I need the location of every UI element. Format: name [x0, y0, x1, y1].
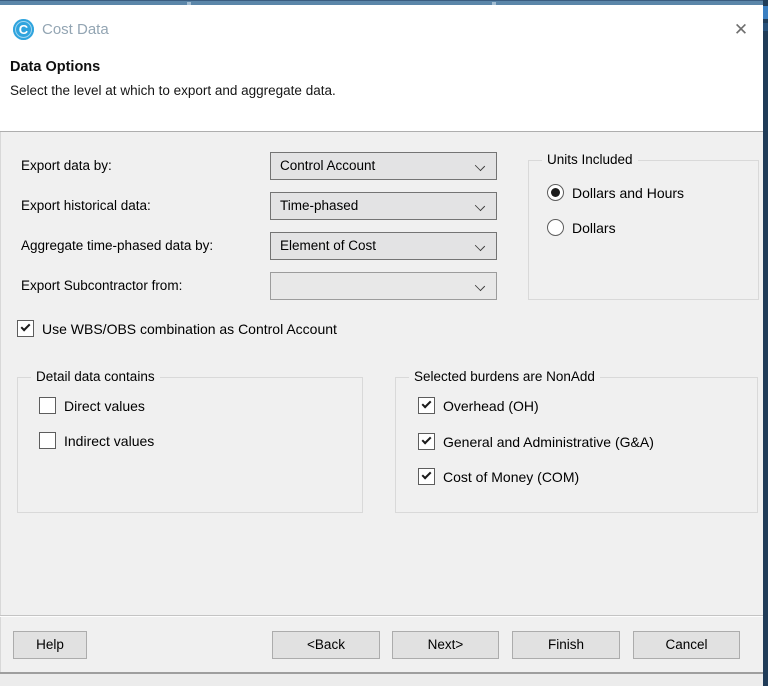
- export-subcontractor-dropdown[interactable]: [270, 272, 497, 300]
- aggregate-timephased-label: Aggregate time-phased data by:: [21, 238, 214, 253]
- right-edge-segment: [763, 23, 768, 31]
- chevron-down-icon: [474, 160, 486, 172]
- radio-icon: [547, 184, 564, 201]
- detail-data-group: Detail data contains Direct values Indir…: [17, 369, 363, 513]
- checkbox-label: Indirect values: [64, 432, 155, 449]
- app-icon: C: [13, 19, 34, 40]
- help-button[interactable]: Help: [13, 631, 87, 659]
- dropdown-value: Control Account: [280, 158, 376, 173]
- checkbox-general-administrative[interactable]: General and Administrative (G&A): [418, 433, 654, 450]
- checkbox-icon: [418, 433, 435, 450]
- checkbox-icon: [418, 397, 435, 414]
- dialog-header: C Cost Data ✕ Data Options Select the le…: [0, 5, 763, 132]
- export-historical-data-dropdown[interactable]: Time-phased: [270, 192, 497, 220]
- radio-dollars-and-hours[interactable]: Dollars and Hours: [547, 184, 684, 201]
- background-below-dialog: [0, 674, 763, 686]
- window-title: Cost Data: [42, 21, 109, 38]
- group-title: Units Included: [542, 152, 638, 167]
- burdens-group: Selected burdens are NonAdd Overhead (OH…: [395, 369, 758, 513]
- aggregate-timephased-dropdown[interactable]: Element of Cost: [270, 232, 497, 260]
- group-title: Selected burdens are NonAdd: [409, 369, 600, 384]
- checkbox-direct-values[interactable]: Direct values: [39, 397, 145, 414]
- finish-button[interactable]: Finish: [512, 631, 620, 659]
- checkbox-icon: [418, 468, 435, 485]
- page-subtitle: Select the level at which to export and …: [10, 83, 336, 98]
- units-included-group: Units Included Dollars and Hours Dollars: [528, 152, 759, 300]
- cancel-button[interactable]: Cancel: [633, 631, 740, 659]
- checkbox-label: Cost of Money (COM): [443, 468, 580, 485]
- radio-icon: [547, 219, 564, 236]
- next-button[interactable]: Next>: [392, 631, 499, 659]
- checkbox-label: Overhead (OH): [443, 397, 539, 414]
- checkbox-icon: [39, 397, 56, 414]
- group-title: Detail data contains: [31, 369, 160, 384]
- footer-separator: [0, 615, 763, 617]
- checkbox-icon: [39, 432, 56, 449]
- page-title: Data Options: [10, 59, 101, 75]
- radio-label: Dollars: [572, 219, 616, 236]
- background-window-right-edge: [763, 0, 768, 686]
- cost-data-dialog: C Cost Data ✕ Data Options Select the le…: [0, 0, 768, 686]
- dropdown-value: Element of Cost: [280, 238, 377, 253]
- checkbox-cost-of-money[interactable]: Cost of Money (COM): [418, 468, 579, 485]
- export-data-by-label: Export data by:: [21, 158, 112, 173]
- chevron-down-icon: [474, 200, 486, 212]
- checkbox-overhead[interactable]: Overhead (OH): [418, 397, 539, 414]
- checkbox-indirect-values[interactable]: Indirect values: [39, 432, 154, 449]
- export-historical-data-label: Export historical data:: [21, 198, 151, 213]
- checkbox-icon: [17, 320, 34, 337]
- back-button[interactable]: <Back: [272, 631, 380, 659]
- export-subcontractor-label: Export Subcontractor from:: [21, 278, 183, 293]
- checkbox-label: Direct values: [64, 397, 145, 414]
- right-edge-segment: [763, 6, 768, 19]
- radio-dollars[interactable]: Dollars: [547, 219, 616, 236]
- close-icon[interactable]: ✕: [726, 16, 756, 44]
- chevron-down-icon: [474, 280, 486, 292]
- dropdown-value: Time-phased: [280, 198, 359, 213]
- checkbox-wbs-obs-combination[interactable]: Use WBS/OBS combination as Control Accou…: [17, 320, 337, 337]
- checkbox-label: General and Administrative (G&A): [443, 433, 654, 450]
- export-data-by-dropdown[interactable]: Control Account: [270, 152, 497, 180]
- checkbox-label: Use WBS/OBS combination as Control Accou…: [42, 320, 337, 337]
- chevron-down-icon: [474, 240, 486, 252]
- radio-label: Dollars and Hours: [572, 184, 685, 201]
